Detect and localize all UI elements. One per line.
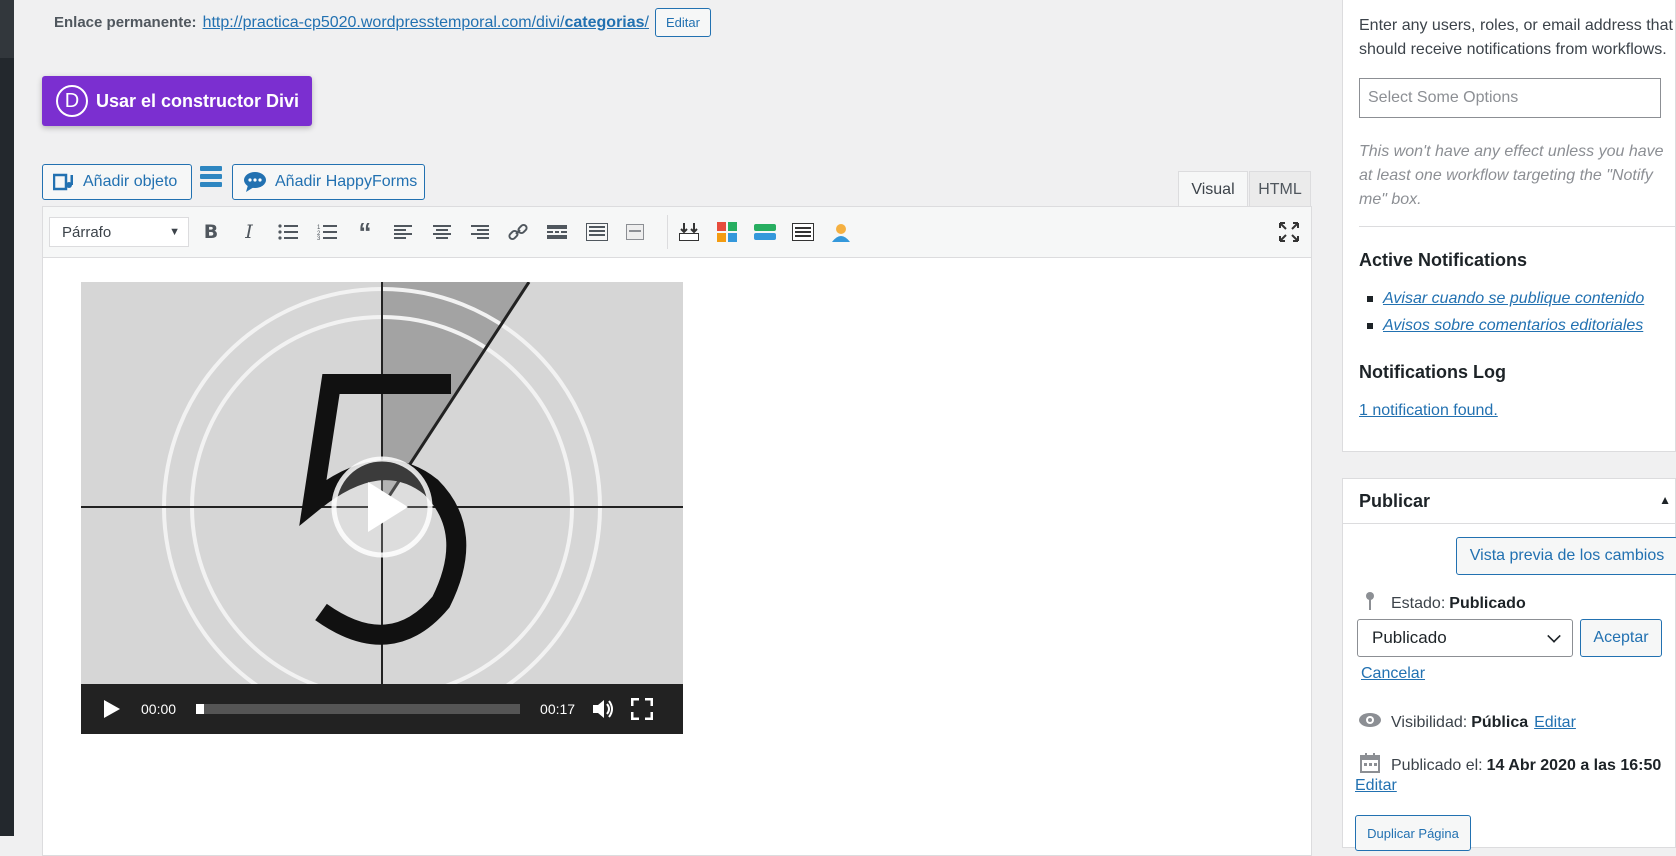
- blockquote-icon[interactable]: “: [351, 217, 379, 247]
- read-more-icon[interactable]: [543, 219, 571, 245]
- volume-icon[interactable]: [591, 698, 615, 720]
- preview-changes-button[interactable]: Vista previa de los cambios: [1456, 537, 1676, 575]
- align-right-icon[interactable]: [466, 219, 494, 245]
- video-player[interactable]: 00:00 00:17: [81, 282, 683, 734]
- add-happyforms-button[interactable]: Añadir HappyForms: [232, 164, 425, 200]
- publish-title: Publicar: [1359, 491, 1431, 511]
- admin-sidebar-strip: [0, 0, 14, 836]
- permalink-link[interactable]: http://practica-cp5020.wordpresstemporal…: [203, 14, 649, 32]
- tab-visual[interactable]: Visual: [1178, 171, 1248, 207]
- insert-icon[interactable]: [675, 219, 703, 245]
- status-value: Publicado: [1449, 594, 1526, 612]
- format-select[interactable]: Párrafo ▼: [49, 217, 189, 247]
- chat-bubble-icon: [244, 172, 266, 192]
- progress-knob[interactable]: [196, 704, 205, 714]
- visibility-value: Pública: [1471, 713, 1529, 731]
- editor-toolbar: Párrafo ▼ B I 123 “: [43, 207, 1311, 258]
- add-happyforms-label: Añadir HappyForms: [275, 173, 418, 190]
- numbered-list-icon[interactable]: 123: [313, 219, 341, 245]
- fullscreen-video-icon[interactable]: [631, 698, 654, 720]
- bold-icon[interactable]: B: [197, 219, 225, 245]
- cancel-link[interactable]: Cancelar: [1361, 665, 1425, 683]
- permalink-edit-button[interactable]: Editar: [655, 8, 711, 37]
- permalink-row: Enlace permanente: http://practica-cp502…: [54, 8, 711, 37]
- list-item: Avisar cuando se publique contenido: [1367, 290, 1644, 308]
- publish-panel: Publicar ▲ Vista previa de los cambios E…: [1342, 478, 1676, 851]
- accept-button[interactable]: Aceptar: [1580, 619, 1662, 657]
- toolbar-separator: [667, 215, 668, 249]
- notifications-intro: Enter any users, roles, or email address…: [1359, 17, 1673, 58]
- notifications-panel: Enter any users, roles, or email address…: [1342, 0, 1676, 452]
- media-icon: [53, 173, 73, 191]
- bullet-list-icon[interactable]: [274, 219, 302, 245]
- video-current-time: 00:00: [141, 701, 177, 717]
- layout-icon[interactable]: [751, 219, 779, 245]
- duplicate-page-button[interactable]: Duplicar Página: [1355, 815, 1471, 851]
- video-controls: 00:00 00:17: [81, 684, 683, 734]
- video-duration: 00:17: [540, 701, 576, 717]
- status-label: Estado:: [1391, 594, 1446, 612]
- user-icon[interactable]: [827, 219, 855, 245]
- add-object-label: Añadir objeto: [83, 173, 178, 190]
- visibility-label: Visibilidad:: [1391, 713, 1468, 731]
- fullscreen-icon[interactable]: [1275, 219, 1303, 245]
- notifications-log-heading: Notifications Log: [1359, 362, 1506, 382]
- stack-icon[interactable]: [200, 166, 222, 190]
- tab-html[interactable]: HTML: [1249, 171, 1311, 207]
- add-object-button[interactable]: Añadir objeto: [42, 164, 192, 200]
- calendar-icon: [1357, 753, 1383, 778]
- align-left-icon[interactable]: [389, 219, 417, 245]
- align-center-icon[interactable]: [428, 219, 456, 245]
- divider: [1359, 226, 1676, 227]
- video-progress-bar[interactable]: [196, 704, 521, 714]
- pin-icon: [1357, 591, 1383, 616]
- notification-link[interactable]: Avisos sobre comentarios editoriales: [1383, 317, 1643, 335]
- italic-icon[interactable]: I: [235, 219, 263, 245]
- divi-logo-icon: D: [56, 85, 88, 117]
- status-row: Estado: Publicado: [1357, 591, 1526, 616]
- svg-text:3: 3: [317, 236, 321, 240]
- published-value: 14 Abr 2020 a las 16:50: [1486, 756, 1662, 774]
- published-edit-link[interactable]: Editar: [1355, 777, 1397, 795]
- notifications-log-link[interactable]: 1 notification found.: [1359, 402, 1498, 420]
- list-item: Avisos sobre comentarios editoriales: [1367, 317, 1644, 335]
- divi-builder-label: Usar el constructor Divi: [96, 90, 300, 111]
- visibility-edit-link[interactable]: Editar: [1534, 714, 1576, 732]
- publish-header[interactable]: Publicar ▲: [1343, 479, 1675, 524]
- active-notifications-list: Avisar cuando se publique contenido Avis…: [1367, 290, 1644, 344]
- chevron-down-icon: [1547, 629, 1561, 643]
- divi-builder-button[interactable]: D Usar el constructor Divi: [42, 76, 312, 126]
- page-break-icon[interactable]: [621, 219, 649, 245]
- collapse-arrow-icon[interactable]: ▲: [1659, 493, 1671, 507]
- permalink-label: Enlace permanente:: [54, 14, 197, 31]
- visibility-row: Visibilidad: Pública Editar: [1357, 712, 1576, 733]
- published-label: Publicado el:: [1391, 756, 1483, 774]
- shortcodes-icon[interactable]: [713, 219, 741, 245]
- toolbar-toggle-icon[interactable]: [583, 219, 611, 245]
- eye-icon: [1357, 712, 1383, 733]
- notify-hint: This won't have any effect unless you ha…: [1359, 143, 1664, 208]
- table-icon[interactable]: [789, 219, 817, 245]
- published-date-row: Publicado el: 14 Abr 2020 a las 16:50: [1357, 753, 1661, 778]
- status-select[interactable]: Publicado: [1357, 619, 1573, 657]
- notify-users-select[interactable]: Select Some Options: [1359, 78, 1661, 118]
- play-icon[interactable]: [103, 699, 121, 719]
- notification-link[interactable]: Avisar cuando se publique contenido: [1383, 290, 1644, 308]
- active-notifications-heading: Active Notifications: [1359, 250, 1528, 270]
- link-icon[interactable]: [504, 219, 532, 245]
- film-countdown-image: [81, 282, 683, 684]
